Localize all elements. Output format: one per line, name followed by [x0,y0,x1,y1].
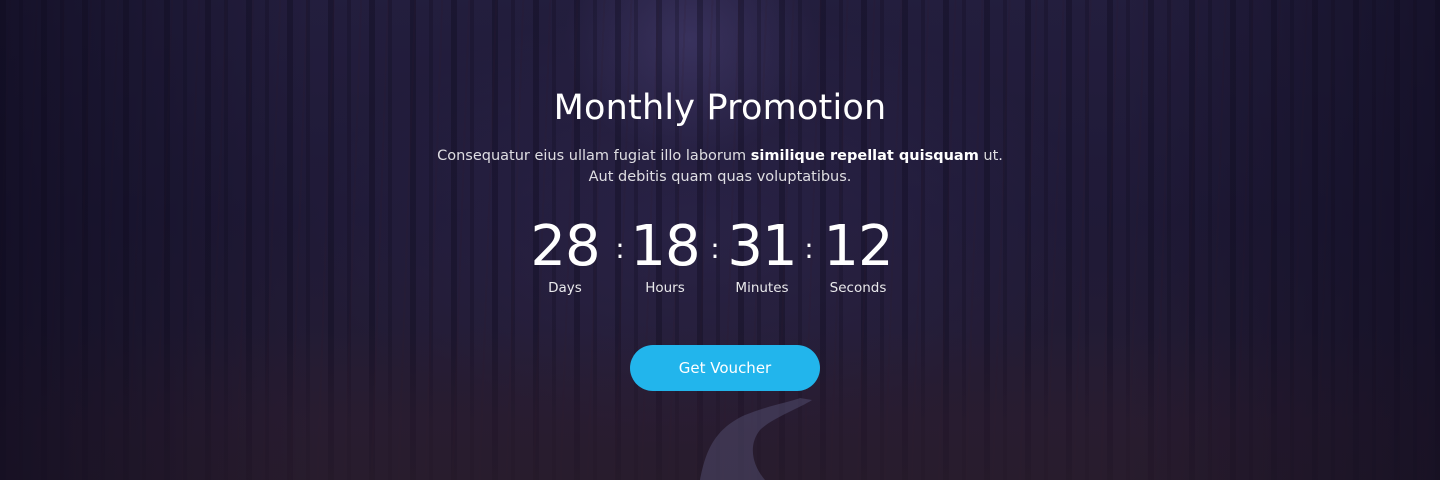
description-line-2: Aut debitis quam quas voluptatibus. [588,169,852,185]
description-highlight: similique repellat quisquam [750,148,979,164]
days-label: Days [548,280,582,296]
description-text-end: ut. [978,148,1003,164]
seconds-value: 12 [823,214,893,279]
minutes-label: Minutes [735,280,789,296]
countdown-timer: 28 Days : 18 Hours : 31 Minutes : 12 Sec… [520,214,920,304]
countdown-days: 28 Days [520,214,610,296]
minutes-value: 31 [727,214,797,279]
countdown-seconds: 12 Seconds [813,214,903,296]
hours-value: 18 [630,214,700,279]
promotion-description: Consequatur eius ullam fugiat illo labor… [0,146,1440,188]
seconds-label: Seconds [829,280,887,296]
countdown-minutes: 31 Minutes [717,214,807,296]
promotion-title: Monthly Promotion [553,88,887,128]
promotion-hero: Monthly Promotion Consequatur eius ullam… [0,0,1440,480]
promotion-content: Monthly Promotion Consequatur eius ullam… [0,0,1440,480]
get-voucher-button[interactable]: Get Voucher [630,345,820,391]
countdown-hours: 18 Hours [620,214,710,296]
hours-label: Hours [645,280,685,296]
days-value: 28 [530,214,600,279]
description-text: Consequatur eius ullam fugiat illo labor… [437,148,751,164]
